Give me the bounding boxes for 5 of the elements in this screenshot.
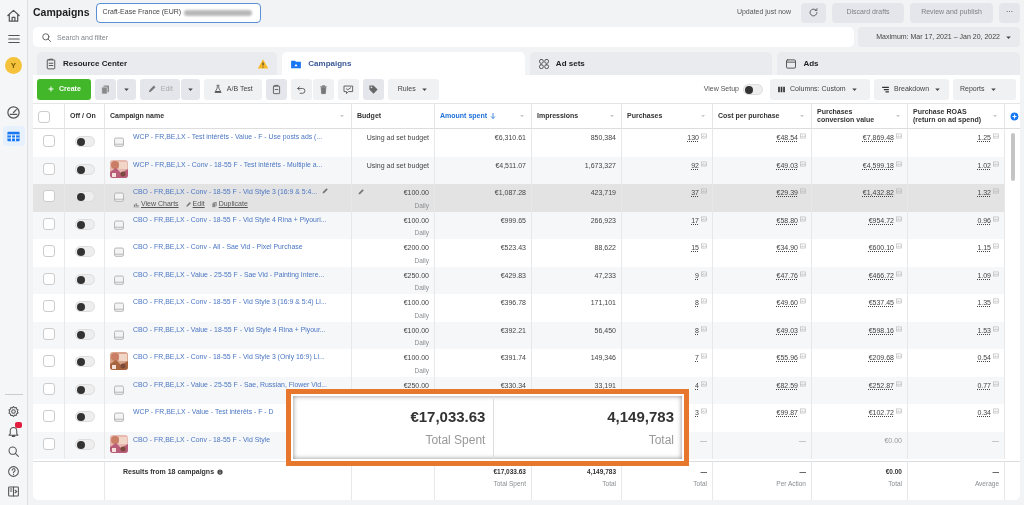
callout-value: 4,149,783 xyxy=(607,406,674,427)
callout-label: Total Spent xyxy=(425,432,486,450)
page-title: Campaigns xyxy=(33,4,90,20)
callout-label: Total xyxy=(648,432,674,450)
callout-value: €17,033.63 xyxy=(410,406,486,427)
